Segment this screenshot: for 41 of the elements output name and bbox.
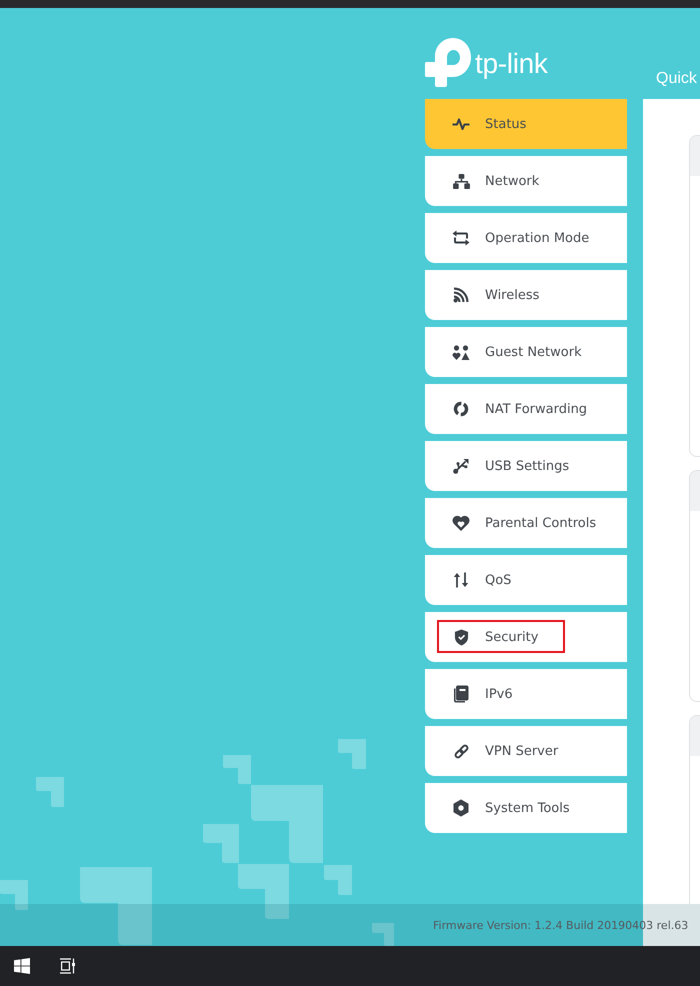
- heart-icon: [452, 515, 470, 531]
- menu-item[interactable]: IPv6: [425, 669, 627, 719]
- menu-item[interactable]: Wireless: [425, 270, 627, 320]
- corner-tile-shape: [203, 824, 239, 863]
- corner-tile-shape: [338, 739, 366, 769]
- usb-icon: [453, 458, 469, 474]
- menu-item[interactable]: Status: [425, 99, 627, 149]
- corner-tile-shape: [36, 777, 64, 807]
- logo-wordmark: tp-link: [475, 50, 548, 78]
- document-icon: [453, 685, 469, 703]
- task-view-icon[interactable]: [59, 958, 75, 974]
- menu-item[interactable]: Network: [425, 156, 627, 206]
- page-title: Quick: [656, 70, 697, 87]
- up-down-arrows-icon: [453, 572, 469, 588]
- loop-arrows-icon: [452, 230, 470, 246]
- logo-icon: [425, 38, 471, 87]
- menu-item[interactable]: VPN Server: [425, 726, 627, 776]
- people-icon: [452, 344, 470, 360]
- gear-icon: [452, 799, 470, 817]
- start-menu-icon[interactable]: [14, 958, 30, 974]
- hierarchy-icon: [452, 174, 470, 188]
- menu-item[interactable]: Parental Controls: [425, 498, 627, 548]
- shield-check-icon: [454, 628, 468, 646]
- corner-tile-shape: [372, 923, 394, 946]
- menu-item[interactable]: USB Settings: [425, 441, 627, 491]
- menu-item[interactable]: System Tools: [425, 783, 627, 833]
- corner-tile-shape: [238, 864, 289, 919]
- circular-arrows-icon: [453, 401, 469, 417]
- menu-item[interactable]: Operation Mode: [425, 213, 627, 263]
- signal-arcs-icon: [453, 287, 469, 303]
- corner-tile-shape: [0, 880, 28, 910]
- pulse-icon: [452, 118, 470, 130]
- card-header: [690, 136, 700, 176]
- corner-tile-shape: [324, 865, 352, 895]
- chain-link-icon: [452, 742, 470, 760]
- card-header: [690, 471, 700, 511]
- menu-item[interactable]: Security: [425, 612, 627, 662]
- menu-item[interactable]: QoS: [425, 555, 627, 605]
- card-header: [690, 716, 700, 756]
- menu-item[interactable]: Guest Network: [425, 327, 627, 377]
- menu-item[interactable]: NAT Forwarding: [425, 384, 627, 434]
